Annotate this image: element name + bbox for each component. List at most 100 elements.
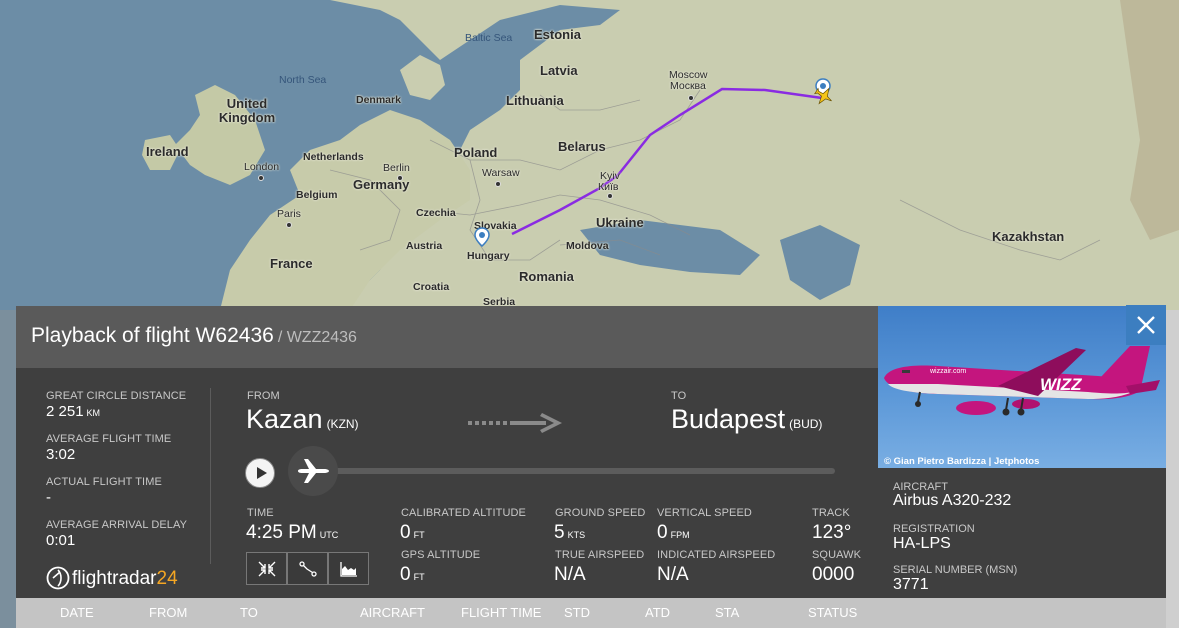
serial-number-label: SERIAL NUMBER (MSN) <box>893 564 1018 576</box>
aircraft-image: wizzair.com WIZZ <box>884 346 1160 416</box>
squawk-value: 0000 <box>812 564 855 585</box>
column-flight-time[interactable]: FLIGHT TIME <box>461 605 541 620</box>
map-label-hungary: Hungary <box>467 250 510 262</box>
map-label-estonia: Estonia <box>534 27 581 42</box>
map-label-moscow-local: Москва <box>670 80 706 92</box>
altitude-graph-button[interactable] <box>328 552 369 585</box>
callsign: / WZZ2436 <box>277 329 357 346</box>
gps-altitude-unit: FT <box>413 572 425 582</box>
distance-number: 2 251 <box>46 403 84 420</box>
map-label-croatia: Croatia <box>413 281 450 293</box>
map-label-denmark: Denmark <box>356 94 401 106</box>
svg-text:WIZZ: WIZZ <box>1040 375 1082 394</box>
flight-title: Playback of flight W62436 <box>31 324 274 347</box>
ground-speed-number: 5 <box>554 522 565 543</box>
panel-header: Playback of flight W62436/ WZZ2436 <box>16 306 878 368</box>
ground-speed-value: 5 KTS <box>554 522 585 544</box>
destination-city: Budapest (BUD) <box>671 404 822 435</box>
column-from[interactable]: FROM <box>149 605 187 620</box>
map-label-kyiv-local: Київ <box>598 181 619 193</box>
ground-speed-unit: KTS <box>567 530 586 540</box>
map-right-strip <box>1166 310 1179 633</box>
warsaw-dot-icon <box>495 181 501 187</box>
map-label-poland: Poland <box>454 145 498 160</box>
column-date[interactable]: DATE <box>60 605 94 620</box>
map-airplane-icon[interactable] <box>813 86 835 106</box>
time-label: TIME <box>247 507 274 519</box>
fit-view-button[interactable] <box>246 552 287 585</box>
map-label-france: France <box>270 256 313 271</box>
map-label-moldova: Moldova <box>566 240 609 252</box>
true-airspeed-label: TRUE AIRSPEED <box>555 549 645 561</box>
map-label-belarus: Belarus <box>558 139 606 154</box>
airplane-icon <box>298 459 329 483</box>
vertical-speed-number: 0 <box>657 522 668 543</box>
route-icon <box>299 561 317 577</box>
photo-credit[interactable]: © Gian Pietro Bardizza | Jetphotos <box>884 456 1039 467</box>
calibrated-altitude-label: CALIBRATED ALTITUDE <box>401 507 526 519</box>
time-unit: UTC <box>319 530 339 540</box>
map-label-united-kingdom: United Kingdom <box>212 97 282 125</box>
map-label-warsaw: Warsaw <box>482 167 520 179</box>
column-atd[interactable]: ATD <box>645 605 670 620</box>
map-label-netherlands: Netherlands <box>303 151 364 163</box>
table-body-edge <box>0 628 1179 633</box>
map-label-berlin: Berlin <box>383 162 410 174</box>
aircraft-info-panel: wizzair.com WIZZ © Gian Pietro Bardizza … <box>878 306 1166 598</box>
map-left-strip <box>0 310 16 633</box>
origin-city: Kazan (KZN) <box>246 404 359 435</box>
column-to[interactable]: TO <box>240 605 258 620</box>
ground-speed-label: GROUND SPEED <box>555 507 646 519</box>
kyiv-dot-icon <box>607 193 613 199</box>
logo-text: flightradar <box>72 568 157 589</box>
flight-history-table-header: DATE FROM TO AIRCRAFT FLIGHT TIME STD AT… <box>16 598 1166 628</box>
registration-label: REGISTRATION <box>893 523 975 535</box>
calibrated-altitude-unit: FT <box>413 530 425 540</box>
calibrated-altitude-number: 0 <box>400 522 411 543</box>
route-view-button[interactable] <box>287 552 328 585</box>
serial-number-value: 3771 <box>893 576 929 593</box>
flight-map[interactable]: Baltic Sea Estonia Latvia Lithuania Nort… <box>0 0 1179 310</box>
avg-arrival-delay-value: 0:01 <box>46 532 76 549</box>
london-dot-icon <box>258 175 264 181</box>
column-aircraft[interactable]: AIRCRAFT <box>360 605 425 620</box>
map-label-united-kingdom-text: United Kingdom <box>218 96 276 125</box>
close-button[interactable] <box>1126 305 1166 345</box>
column-std[interactable]: STD <box>564 605 590 620</box>
paris-dot-icon <box>286 222 292 228</box>
map-label-austria: Austria <box>406 240 443 252</box>
track-value: 123° <box>812 522 852 543</box>
time-number: 4:25 PM <box>246 522 317 543</box>
registration-value: HA-LPS <box>893 535 951 552</box>
origin-code: (KZN) <box>326 417 359 431</box>
map-label-north-sea: North Sea <box>279 74 327 86</box>
route-arrow-icon <box>468 413 562 433</box>
from-label: FROM <box>247 390 280 402</box>
gps-altitude-number: 0 <box>400 564 411 585</box>
distance-label: GREAT CIRCLE DISTANCE <box>46 390 187 402</box>
time-value: 4:25 PM UTC <box>246 522 338 544</box>
map-label-germany: Germany <box>353 177 410 192</box>
true-airspeed-value: N/A <box>554 564 586 585</box>
vertical-speed-value: 0 FPM <box>657 522 690 544</box>
map-label-ireland: Ireland <box>146 144 189 159</box>
map-label-london: London <box>244 161 280 173</box>
column-sta[interactable]: STA <box>715 605 739 620</box>
playback-slider[interactable] <box>316 468 835 474</box>
graph-icon <box>340 562 357 577</box>
destination-code: (BUD) <box>789 417 823 431</box>
map-label-czechia: Czechia <box>416 207 456 219</box>
flightradar-logo-icon <box>46 566 70 590</box>
column-status[interactable]: STATUS <box>808 605 857 620</box>
avg-arrival-delay-label: AVERAGE ARRIVAL DELAY <box>46 519 188 531</box>
avg-flight-time-value: 3:02 <box>46 446 76 463</box>
actual-flight-time-value: - <box>46 489 51 506</box>
map-label-kazakhstan: Kazakhstan <box>992 229 1065 244</box>
gps-altitude-value: 0 FT <box>400 564 425 586</box>
destination-city-name: Budapest <box>671 404 786 434</box>
playback-slider-handle[interactable] <box>288 446 338 496</box>
indicated-airspeed-label: INDICATED AIRSPEED <box>657 549 776 561</box>
aircraft-photo[interactable]: wizzair.com WIZZ © Gian Pietro Bardizza … <box>878 306 1166 468</box>
destination-pin-icon[interactable] <box>474 227 490 247</box>
play-button[interactable] <box>245 458 275 488</box>
